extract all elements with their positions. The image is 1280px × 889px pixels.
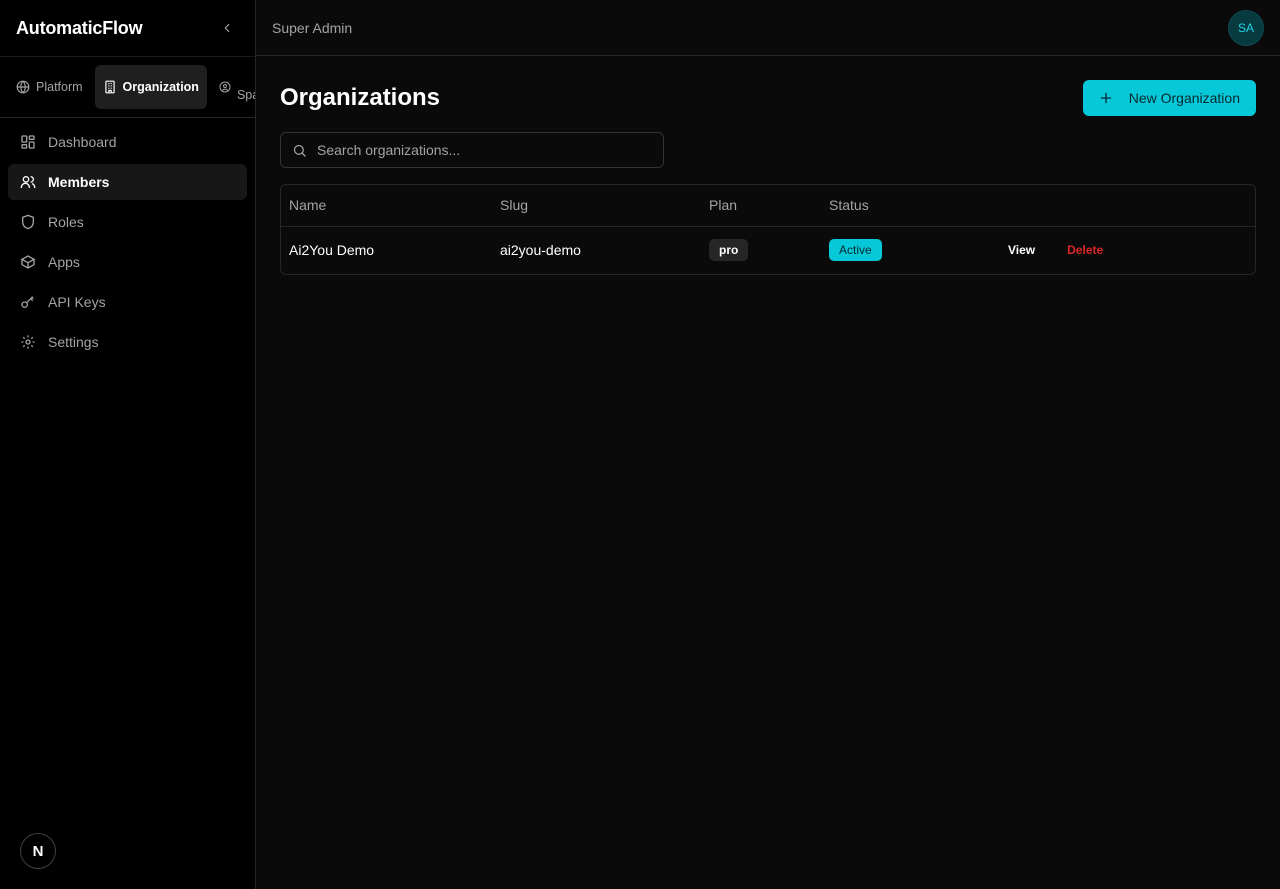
app-title: AutomaticFlow (16, 17, 143, 38)
table-header-row: Name Slug Plan Status (281, 185, 1255, 227)
cell-plan: pro (701, 226, 821, 274)
page-content: Organizations New Organization Search or… (256, 56, 1280, 299)
topbar-title: Super Admin (272, 19, 353, 36)
scope-tab-label: Organization (122, 80, 199, 94)
cell-status: Active (821, 226, 976, 274)
new-organization-label: New Organization (1128, 90, 1240, 106)
cell-name: Ai2You Demo (289, 242, 375, 259)
organizations-table: Name Slug Plan Status Ai2You Demo ai2you… (280, 184, 1256, 275)
main-area: Super Admin SA Organizations New Organiz… (256, 0, 1280, 889)
scope-tab-label: Platform (36, 80, 83, 94)
app-root: AutomaticFlow Platform Organization My S… (0, 0, 1280, 889)
dashboard-icon (21, 135, 35, 149)
sidebar-item-members[interactable]: Members (8, 164, 247, 200)
column-header-status: Status (821, 185, 976, 227)
delete-button[interactable]: Delete (1059, 237, 1111, 263)
column-header-name: Name (281, 185, 492, 227)
sidebar-item-label: Dashboard (48, 134, 117, 150)
key-icon (21, 296, 34, 308)
scope-tab-label: My Space (236, 71, 255, 103)
cell-actions: View Delete (976, 226, 1255, 274)
globe-icon (16, 80, 30, 94)
sidebar-item-apps[interactable]: Apps (8, 244, 247, 280)
plan-badge: pro (709, 239, 749, 262)
shield-icon (22, 214, 34, 230)
brand-bar: AutomaticFlow (0, 0, 255, 56)
building-icon (104, 80, 115, 94)
column-header-slug: Slug (492, 185, 701, 227)
framework-badge[interactable]: N (20, 833, 56, 869)
sidebar-item-label: Settings (48, 334, 99, 350)
page-header: Organizations New Organization (280, 80, 1256, 116)
plus-icon (1100, 92, 1112, 104)
avatar[interactable]: SA (1228, 9, 1264, 46)
sidebar-item-label: Members (48, 174, 110, 190)
cell-slug: ai2you-demo (500, 242, 581, 259)
sidebar: AutomaticFlow Platform Organization My S… (0, 0, 256, 889)
column-header-actions (976, 185, 1255, 227)
gear-icon (21, 335, 35, 349)
user-circle-icon (219, 81, 231, 93)
collapse-sidebar-button[interactable] (215, 16, 239, 40)
chevron-left-icon (224, 23, 230, 33)
status-badge: Active (829, 239, 882, 262)
view-button[interactable]: View (1000, 237, 1043, 263)
scope-tab-organization[interactable]: Organization (94, 65, 207, 109)
box-icon (20, 255, 36, 269)
search-icon (293, 144, 306, 157)
table-row: Ai2You Demo ai2you-demo pro Active View (281, 226, 1255, 274)
page-title: Organizations (280, 84, 441, 111)
new-organization-button[interactable]: New Organization (1082, 80, 1256, 116)
sidebar-item-roles[interactable]: Roles (8, 204, 247, 240)
sidebar-nav: Dashboard Members Roles Apps API Keys Se… (0, 118, 255, 370)
topbar: Super Admin SA (256, 0, 1280, 56)
row-actions: View Delete (984, 237, 1247, 263)
sidebar-item-label: Apps (48, 254, 80, 270)
search-box (280, 132, 664, 168)
sidebar-item-label: API Keys (48, 294, 106, 310)
sidebar-item-label: Roles (48, 214, 84, 230)
scope-tab-label-line2: Space (236, 88, 255, 102)
scope-tabs: Platform Organization My Space (0, 56, 255, 118)
search-input[interactable] (317, 142, 652, 158)
sidebar-item-api-keys[interactable]: API Keys (8, 284, 247, 320)
sidebar-item-dashboard[interactable]: Dashboard (8, 124, 247, 160)
column-header-plan: Plan (701, 185, 821, 227)
scope-tab-my-space[interactable]: My Space (211, 65, 255, 109)
sidebar-item-settings[interactable]: Settings (8, 324, 247, 360)
scope-tab-platform[interactable]: Platform (8, 65, 91, 109)
users-icon (20, 176, 36, 188)
